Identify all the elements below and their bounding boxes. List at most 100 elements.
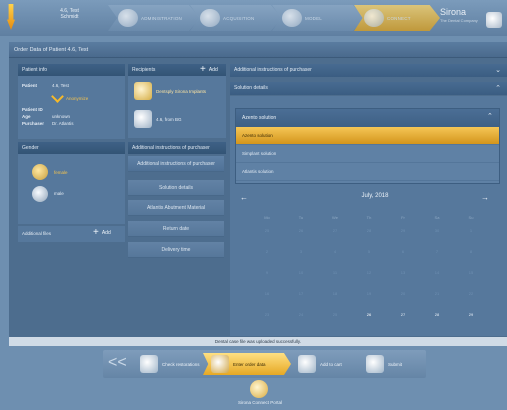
age-value: unknown <box>52 114 71 119</box>
plus-icon: + <box>200 64 206 75</box>
calendar-month-title: July, 2018 <box>361 193 389 199</box>
chevron-up-icon: ⌃ <box>495 85 501 92</box>
patient-info-header: Patient info <box>18 64 125 76</box>
calendar-day[interactable]: 21 <box>420 285 454 303</box>
calendar-day[interactable]: 1 <box>454 222 488 240</box>
page-title: Order Data of Patient 4.6, Test <box>14 47 89 53</box>
recipient-name: Dentsply Sirona Implants <box>156 88 207 94</box>
plus-icon: + <box>93 227 99 238</box>
calendar-day[interactable]: 20 <box>386 285 420 303</box>
patient-id-label: Patient ID <box>22 107 43 112</box>
calendar-day[interactable]: 26 <box>284 222 318 240</box>
chevron-down-icon: ⌄ <box>495 67 501 74</box>
calendar-day[interactable]: 27 <box>386 306 420 324</box>
connect-icon <box>364 9 384 27</box>
section-title: Additional instructions of purchaser <box>234 67 312 73</box>
dropdown-option-atlantis[interactable]: Atlantis solution <box>236 163 499 181</box>
calendar-day[interactable]: 12 <box>352 264 386 282</box>
calendar-day[interactable]: 13 <box>386 264 420 282</box>
step-administration[interactable]: ADMINISTRATION <box>108 5 200 31</box>
calendar-weekday: Mo <box>264 215 270 220</box>
connect-portal-icon[interactable] <box>250 380 268 398</box>
calendar-day[interactable]: 9 <box>250 264 284 282</box>
calendar-day[interactable]: 7 <box>420 243 454 261</box>
step-model[interactable]: MODEL <box>272 5 364 31</box>
calendar-day[interactable]: 15 <box>454 264 488 282</box>
calendar-day[interactable]: 29 <box>386 222 420 240</box>
additional-instructions-section[interactable]: Additional instructions of purchaser ⌄ <box>230 64 507 77</box>
calendar-day[interactable]: 30 <box>420 222 454 240</box>
brand-tagline: The Dental Company <box>440 18 478 23</box>
calendar-day[interactable]: 14 <box>420 264 454 282</box>
help-icon[interactable] <box>486 12 502 28</box>
connect-portal-label: Sirona Connect Portal <box>237 400 283 405</box>
calendar-day[interactable]: 17 <box>284 285 318 303</box>
back-double-chevron-icon[interactable]: << <box>108 355 127 371</box>
dropdown-option-simplant[interactable]: Simplant solution <box>236 145 499 163</box>
calendar-day[interactable]: 11 <box>318 264 352 282</box>
section-title: Solution details <box>234 85 268 91</box>
calendar-weekday: Su <box>468 215 474 220</box>
additional-files-label: Additional files <box>22 231 52 236</box>
calendar-day[interactable]: 10 <box>284 264 318 282</box>
wizard-step-check-restorations[interactable]: Check restorations <box>140 353 200 375</box>
calendar-day[interactable]: 3 <box>284 243 318 261</box>
chevron-up-icon[interactable]: ⌃ <box>487 112 493 120</box>
calendar-day[interactable]: 25 <box>250 222 284 240</box>
solution-select[interactable]: Azento solution <box>236 109 499 127</box>
wizard-step-submit[interactable]: Submit <box>366 353 402 375</box>
check-restorations-icon <box>140 355 158 373</box>
calendar-day[interactable]: 26 <box>352 306 386 324</box>
recipient-name: 4.6, from BG <box>156 116 182 122</box>
calendar-day[interactable]: 23 <box>250 306 284 324</box>
calendar-day[interactable]: 29 <box>454 306 488 324</box>
step-acquisition[interactable]: ACQUISITION <box>190 5 282 31</box>
calendar-day[interactable]: 4 <box>318 243 352 261</box>
calendar-day[interactable]: 22 <box>454 285 488 303</box>
female-radio-icon[interactable] <box>32 164 48 180</box>
wizard-step-enter-order-data[interactable]: Enter order data <box>203 353 291 375</box>
recipient-item[interactable]: 4.6, from BG <box>134 108 182 130</box>
patient-name-line2: Schmidt <box>60 14 79 20</box>
anonymize-label: Anonymize <box>66 96 89 101</box>
add-file-button[interactable]: + Add <box>93 228 111 238</box>
wizard-step-label: Enter order data <box>233 361 266 367</box>
patient-arrow-icon[interactable] <box>3 4 17 30</box>
nav-item-solution-details[interactable]: Solution details <box>128 180 224 196</box>
status-message: Dental case file was uploaded successful… <box>9 337 507 346</box>
calendar-day[interactable]: 25 <box>318 306 352 324</box>
next-month-arrow-icon[interactable]: → <box>481 193 489 202</box>
wizard-step-label: Submit <box>388 361 403 367</box>
purchaser-label: Purchaser <box>22 121 45 126</box>
gender-panel <box>18 142 125 224</box>
recipient-item[interactable]: Dentsply Sirona Implants <box>134 80 206 102</box>
age-label: Age <box>22 114 31 119</box>
calendar-day[interactable]: 6 <box>386 243 420 261</box>
calendar-day[interactable]: 2 <box>250 243 284 261</box>
calendar-day[interactable]: 18 <box>318 285 352 303</box>
calendar-day[interactable]: 24 <box>284 306 318 324</box>
add-recipient-button[interactable]: + Add <box>200 65 218 75</box>
dropdown-option-azento[interactable]: Azento solution <box>236 127 499 145</box>
step-connect[interactable]: CONNECT <box>354 5 440 31</box>
nav-item-abutment-material[interactable]: Atlantis Abutment Material <box>128 200 224 216</box>
nav-item-additional-instructions[interactable]: Additional instructions of purchaser <box>128 156 224 172</box>
male-radio-icon[interactable] <box>32 186 48 202</box>
nav-item-return-date[interactable]: Return date <box>128 221 224 237</box>
calendar-day[interactable]: 8 <box>454 243 488 261</box>
solution-details-section[interactable]: Solution details ⌃ <box>230 82 507 95</box>
calendar-day[interactable]: 5 <box>352 243 386 261</box>
calendar-day[interactable]: 27 <box>318 222 352 240</box>
add-recipient-label: Add <box>208 67 218 73</box>
prev-month-arrow-icon[interactable]: ← <box>240 193 248 202</box>
calendar-day[interactable]: 16 <box>250 285 284 303</box>
step-label: ACQUISITION <box>223 15 255 21</box>
calendar-weekday: Th <box>366 215 372 220</box>
calendar-day[interactable]: 28 <box>352 222 386 240</box>
calendar-day[interactable]: 19 <box>352 285 386 303</box>
calendar-day[interactable]: 28 <box>420 306 454 324</box>
wizard-step-add-to-cart[interactable]: Add to cart <box>298 353 342 375</box>
male-label: male <box>54 191 64 196</box>
nav-item-delivery-time[interactable]: Delivery time <box>128 242 224 258</box>
add-to-cart-icon <box>298 355 316 373</box>
